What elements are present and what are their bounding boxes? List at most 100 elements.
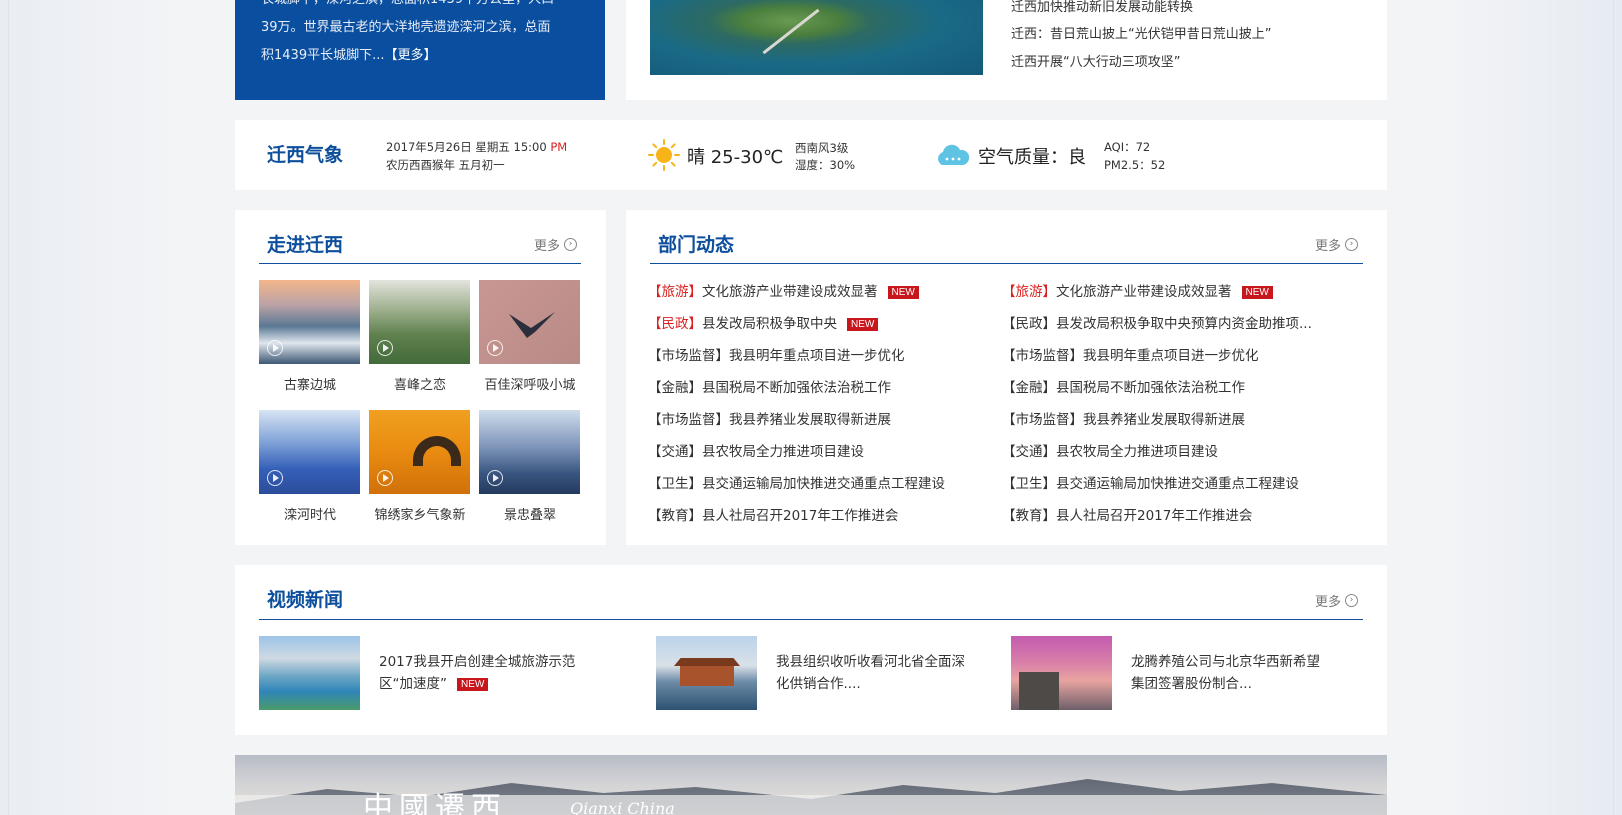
explore-caption[interactable]: 锦绣家乡气象新 — [365, 504, 475, 523]
weather-title: 迁西气象 — [267, 144, 344, 166]
weather-date: 2017年5月26日 星期五 15:00 PM — [386, 140, 568, 154]
dept-news-item[interactable]: 【卫生】县交通运输局加快推进交通重点工程建设 — [648, 472, 945, 492]
dept-news-text: 县国税局不断加强依法治税工作 — [702, 380, 891, 396]
dept-news-item[interactable]: 【旅游】文化旅游产业带建设成效显著 NEW — [1002, 280, 1273, 300]
dept-news-text: 县人社局召开2017年工作推进会 — [702, 508, 899, 524]
top-news-item[interactable]: 迁西加快推动新旧发展动能转换 — [1011, 0, 1193, 15]
dept-news-tag: 【交通】 — [648, 444, 702, 460]
dept-news-text: 我县养猪业发展取得新进展 — [729, 412, 891, 428]
explore-thumb[interactable] — [259, 280, 360, 364]
explore-thumb[interactable] — [479, 410, 580, 494]
sun-icon — [648, 139, 680, 171]
explore-caption[interactable]: 百佳深呼吸小城 — [475, 374, 585, 393]
dept-news-text: 县发改局积极争取中央 — [702, 316, 837, 332]
dept-news-text: 文化旅游产业带建设成效显著 — [702, 284, 878, 300]
video-news-item[interactable]: 我县组织收听收看河北省全面深 化供销合作.... — [776, 651, 981, 695]
explore-caption[interactable]: 滦河时代 — [255, 504, 365, 523]
dept-news-tag: 【教育】 — [648, 508, 702, 524]
air-quality: 空气质量：良 — [978, 147, 1086, 168]
dept-news-tag: 【金融】 — [1002, 380, 1056, 396]
dept-news-text: 我县养猪业发展取得新进展 — [1083, 412, 1245, 428]
dept-news-text: 我县明年重点项目进一步优化 — [729, 348, 905, 364]
dept-news-item[interactable]: 【交通】县农牧局全力推进项目建设 — [648, 440, 864, 460]
explore-thumb[interactable] — [259, 410, 360, 494]
dept-news-tag: 【金融】 — [648, 380, 702, 396]
new-badge: NEW — [1241, 286, 1273, 299]
play-icon — [487, 470, 503, 486]
explore-title: 走进迁西 — [267, 234, 344, 256]
dept-news-tag: 【卫生】 — [1002, 476, 1056, 492]
dept-news-tag: 【市场监督】 — [648, 348, 729, 364]
dept-news-item[interactable]: 【教育】县人社局召开2017年工作推进会 — [648, 504, 898, 524]
video-panel — [235, 565, 1387, 735]
chevron-right-icon: › — [1345, 238, 1359, 251]
dept-news-item[interactable]: 【民政】县发改局积极争取中央 NEW — [648, 312, 879, 332]
dept-news-tag: 【旅游】 — [648, 284, 702, 300]
video-more-link[interactable]: 更多 › — [1315, 591, 1359, 610]
intro-text-line: 长城脚下，滦河之滨，总面积1439平方公里，人口 — [261, 0, 579, 14]
play-icon — [377, 340, 393, 356]
section-divider — [259, 263, 581, 264]
dept-news-item[interactable]: 【卫生】县交通运输局加快推进交通重点工程建设 — [1002, 472, 1299, 492]
dept-news-item[interactable]: 【民政】县发改局积极争取中央预算内资金助推项... — [1002, 312, 1312, 332]
video-news-item[interactable]: 龙腾养殖公司与北京华西新希望 集团签署股份制合... — [1131, 651, 1336, 695]
new-badge: NEW — [847, 318, 879, 331]
cloud-icon — [938, 144, 970, 165]
intro-box: 长城脚下，滦河之滨，总面积1439平方公里，人口 39万。世界最古老的大洋地壳遗… — [235, 0, 605, 100]
top-news-item[interactable]: 迁西开展“八大行动三项攻坚” — [1011, 51, 1180, 70]
new-badge: NEW — [457, 678, 489, 691]
banner-subtitle: Qianxi China — [570, 799, 675, 815]
dept-news-item[interactable]: 【市场监督】我县明年重点项目进一步优化 — [648, 344, 905, 364]
dept-news-tag: 【卫生】 — [648, 476, 702, 492]
play-icon — [267, 340, 283, 356]
bird-icon — [509, 312, 555, 338]
weather-lunar-date: 农历西酉猴年 五月初一 — [386, 158, 505, 172]
dept-news-text: 县国税局不断加强依法治税工作 — [1056, 380, 1245, 396]
weather-humidity: 湿度：30% — [795, 158, 856, 172]
dept-news-text: 县人社局召开2017年工作推进会 — [1056, 508, 1253, 524]
play-icon — [487, 340, 503, 356]
dept-news-item[interactable]: 【旅游】文化旅游产业带建设成效显著 NEW — [648, 280, 919, 300]
explore-thumb[interactable] — [479, 280, 580, 364]
explore-caption[interactable]: 古寨边城 — [255, 374, 365, 393]
dept-news-item[interactable]: 【市场监督】我县养猪业发展取得新进展 — [1002, 408, 1245, 428]
banner-title: 中國遷西 — [363, 791, 507, 815]
weather-wind: 西南风3级 — [795, 141, 849, 155]
dept-news-tag: 【旅游】 — [1002, 284, 1056, 300]
dept-news-item[interactable]: 【金融】县国税局不断加强依法治税工作 — [1002, 376, 1245, 396]
bottom-banner: 中國遷西 Qianxi China — [235, 755, 1387, 815]
dept-news-text: 县交通运输局加快推进交通重点工程建设 — [702, 476, 945, 492]
dept-news-item[interactable]: 【市场监督】我县明年重点项目进一步优化 — [1002, 344, 1259, 364]
video-thumb[interactable] — [656, 636, 757, 710]
top-news-item[interactable]: 迁西：昔日荒山披上“光伏铠甲昔日荒山披上” — [1011, 23, 1271, 42]
top-news-photo[interactable] — [650, 0, 983, 75]
explore-caption[interactable]: 喜峰之恋 — [365, 374, 475, 393]
video-thumb[interactable] — [259, 636, 360, 710]
dept-news-text: 我县明年重点项目进一步优化 — [1083, 348, 1259, 364]
dept-news-tag: 【市场监督】 — [1002, 348, 1083, 364]
dept-news-item[interactable]: 【教育】县人社局召开2017年工作推进会 — [1002, 504, 1252, 524]
video-thumb[interactable] — [1011, 636, 1112, 710]
dept-news-tag: 【民政】 — [648, 316, 702, 332]
explore-thumb[interactable] — [369, 410, 470, 494]
dept-news-item[interactable]: 【金融】县国税局不断加强依法治税工作 — [648, 376, 891, 396]
dept-news-tag: 【交通】 — [1002, 444, 1056, 460]
dept-news-item[interactable]: 【市场监督】我县养猪业发展取得新进展 — [648, 408, 891, 428]
explore-caption[interactable]: 景忠叠翠 — [475, 504, 585, 523]
dept-news-item[interactable]: 【交通】县农牧局全力推进项目建设 — [1002, 440, 1218, 460]
dept-news-text: 县发改局积极争取中央预算内资金助推项... — [1056, 316, 1312, 332]
dept-news-text: 文化旅游产业带建设成效显著 — [1056, 284, 1232, 300]
video-news-item[interactable]: 2017我县开启创建全城旅游示范 区“加速度” NEW — [379, 651, 584, 695]
aqi-value: AQI：72 — [1104, 140, 1151, 154]
intro-more-link[interactable]: 【更多】 — [384, 48, 436, 63]
play-icon — [267, 470, 283, 486]
video-title: 视频新闻 — [267, 589, 344, 611]
dept-news-tag: 【教育】 — [1002, 508, 1056, 524]
explore-more-link[interactable]: 更多 › — [534, 235, 578, 254]
intro-text-line: 39万。世界最古老的大洋地壳遗迹滦河之滨，总面 — [261, 20, 551, 35]
dept-news-text: 县农牧局全力推进项目建设 — [1056, 444, 1218, 460]
play-icon — [377, 470, 393, 486]
explore-thumb[interactable] — [369, 280, 470, 364]
dept-more-link[interactable]: 更多 › — [1315, 235, 1359, 254]
page-edge — [8, 0, 9, 815]
